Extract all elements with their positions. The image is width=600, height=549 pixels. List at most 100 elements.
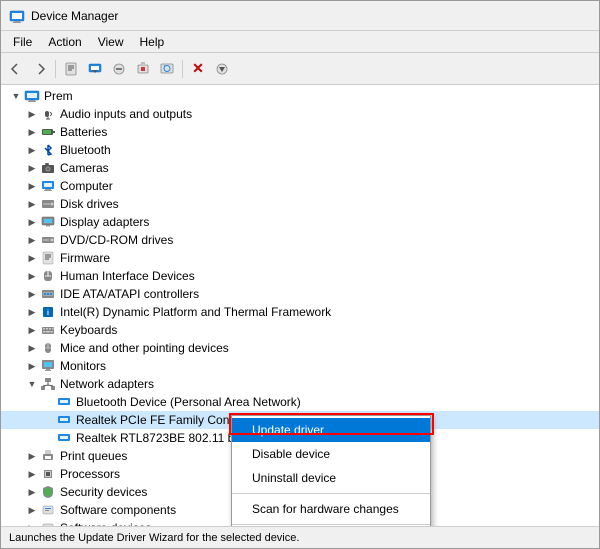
tree-item-ide[interactable]: ▶ IDE ATA/ATAPI controllers [1,285,599,303]
menu-file[interactable]: File [5,33,40,51]
svg-text:i: i [47,310,49,317]
toolbar-scan[interactable] [156,58,178,80]
expand-icon-computer: ▶ [25,179,39,193]
dvd-label: DVD/CD-ROM drives [60,233,173,247]
computer-icon [24,88,40,104]
computer-node-label: Computer [60,179,113,193]
toolbar-red-x[interactable]: ✕ [187,58,209,80]
hid-label: Human Interface Devices [60,269,195,283]
display-label: Display adapters [60,215,149,229]
expand-icon-sd: ▶ [25,521,39,526]
expand-icon-display: ▶ [25,215,39,229]
status-text: Launches the Update Driver Wizard for th… [9,532,299,544]
tree-item-monitors[interactable]: ▶ Monitors [1,357,599,375]
menu-bar: File Action View Help [1,31,599,53]
ctx-sep [232,493,430,494]
tree-item-computer[interactable]: ▶ Computer [1,177,599,195]
audio-label: Audio inputs and outputs [60,107,192,121]
menu-help[interactable]: Help [132,33,173,51]
expand-icon-root: ▼ [9,89,23,103]
window-icon [9,8,25,24]
toolbar-disable[interactable] [108,58,130,80]
root-label: Prem [44,89,73,103]
device-manager-window: Device Manager File Action View Help [0,0,600,549]
firmware-icon [40,250,56,266]
tree-item-network[interactable]: ▼ Network adapters [1,375,599,393]
computer-node-icon [40,178,56,194]
menu-action[interactable]: Action [40,33,89,51]
toolbar-down[interactable] [211,58,233,80]
ctx-scan-hardware[interactable]: Scan for hardware changes [232,497,430,521]
tree-item-audio[interactable]: ▶ Audio inputs and outputs [1,105,599,123]
tree-item-disk[interactable]: ▶ Disk drives [1,195,599,213]
tree-item-dvd[interactable]: ▶ DVD/CD-ROM drives [1,231,599,249]
security-icon [40,484,56,500]
tree-item-bluetooth[interactable]: ▶ Bluetooth [1,141,599,159]
toolbar-forward[interactable] [29,58,51,80]
security-label: Security devices [60,485,147,499]
device-tree[interactable]: ▼ Prem ▶ [1,85,599,526]
ctx-update-driver[interactable]: Update driver [232,418,430,442]
expand-icon-firmware: ▶ [25,251,39,265]
expand-icon-processors: ▶ [25,467,39,481]
network-icon [40,376,56,392]
mice-label: Mice and other pointing devices [60,341,229,355]
tree-item-bluetooth-pa[interactable]: ▶ Bluetooth Device (Personal Area Networ… [1,393,599,411]
toolbar: ✕ [1,53,599,85]
tree-item-mice[interactable]: ▶ Mice and other pointing devices [1,339,599,357]
monitors-label: Monitors [60,359,106,373]
toolbar-sep2 [182,60,183,78]
network-label: Network adapters [60,377,154,391]
tree-item-display[interactable]: ▶ Display adapters [1,213,599,231]
expand-icon-ide: ▶ [25,287,39,301]
tree-item-cameras[interactable]: ▶ Cameras [1,159,599,177]
ctx-sep2 [232,524,430,525]
toolbar-update-driver[interactable] [84,58,106,80]
toolbar-uninstall[interactable] [132,58,154,80]
audio-icon [40,106,56,122]
toolbar-properties[interactable] [60,58,82,80]
toolbar-sep1 [55,60,56,78]
menu-view[interactable]: View [90,33,132,51]
tree-item-hid[interactable]: ▶ Human Interface Devices [1,267,599,285]
context-menu: Update driver Disable device Uninstall d… [231,415,431,526]
print-label: Print queues [60,449,127,463]
dvd-icon [40,232,56,248]
expand-icon-mice: ▶ [25,341,39,355]
expand-icon-print: ▶ [25,449,39,463]
expand-icon-sc: ▶ [25,503,39,517]
intel-icon: i [40,304,56,320]
display-icon [40,214,56,230]
keyboard-icon [40,322,56,338]
tree-item-firmware[interactable]: ▶ Firmware [1,249,599,267]
realtek-pcie-label: Realtek PCIe FE Family Contr... [76,413,246,427]
processors-label: Processors [60,467,120,481]
netdev1-icon [56,394,72,410]
tree-item-intel[interactable]: ▶ i Intel(R) Dynamic Platform and Therma… [1,303,599,321]
content-area: ▼ Prem ▶ [1,85,599,526]
software-devices-icon [40,520,56,526]
status-bar: Launches the Update Driver Wizard for th… [1,526,599,548]
toolbar-back[interactable] [5,58,27,80]
firmware-label: Firmware [60,251,110,265]
print-icon [40,448,56,464]
monitor-icon [40,358,56,374]
ctx-disable-device[interactable]: Disable device [232,442,430,466]
disk-icon [40,196,56,212]
ide-icon [40,286,56,302]
disk-label: Disk drives [60,197,119,211]
battery-icon [40,124,56,140]
tree-item-keyboards[interactable]: ▶ Keyboards [1,321,599,339]
expand-icon-security: ▶ [25,485,39,499]
camera-icon [40,160,56,176]
realtek-rtl-label: Realtek RTL8723BE 802.11 bg... [76,431,251,445]
ctx-uninstall-device[interactable]: Uninstall device [232,466,430,490]
ide-label: IDE ATA/ATAPI controllers [60,287,199,301]
expand-icon-bluetooth: ▶ [25,143,39,157]
software-devices-label: Software devices [60,521,151,526]
bluetooth-icon [40,142,56,158]
tree-item-batteries[interactable]: ▶ Batteries [1,123,599,141]
processor-icon [40,466,56,482]
tree-root[interactable]: ▼ Prem [1,87,599,105]
hid-icon [40,268,56,284]
